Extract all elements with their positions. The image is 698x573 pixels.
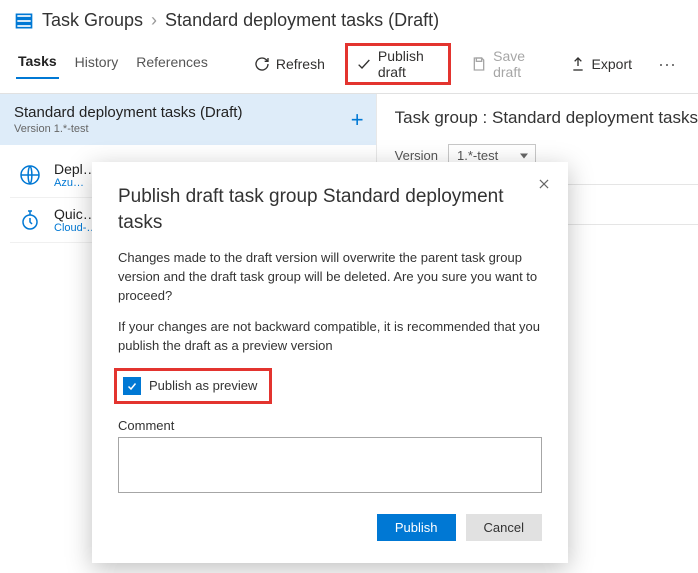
refresh-label: Refresh — [276, 56, 325, 72]
save-draft-label: Save draft — [493, 48, 543, 80]
export-button[interactable]: Export — [564, 52, 638, 76]
publish-draft-button[interactable]: Publish draft — [345, 43, 451, 85]
task-name: Depl… — [54, 161, 97, 177]
breadcrumb-current: Standard deployment tasks (Draft) — [165, 10, 439, 31]
publish-dialog: Publish draft task group Standard deploy… — [92, 162, 568, 563]
version-select-value: 1.*-test — [457, 148, 498, 163]
task-group-title: Standard deployment tasks (Draft) — [14, 104, 362, 121]
export-label: Export — [592, 56, 632, 72]
publish-button[interactable]: Publish — [377, 514, 456, 541]
dialog-title: Publish draft task group Standard deploy… — [118, 184, 518, 235]
dialog-body-1: Changes made to the draft version will o… — [118, 249, 542, 306]
refresh-button[interactable]: Refresh — [248, 52, 331, 76]
stopwatch-icon — [16, 206, 44, 234]
version-field-label: Version — [395, 148, 438, 163]
publish-draft-label: Publish draft — [378, 48, 440, 80]
cancel-button[interactable]: Cancel — [466, 514, 542, 541]
checkbox-checked-icon — [123, 377, 141, 395]
tab-references[interactable]: References — [134, 50, 210, 78]
add-task-button[interactable]: + — [351, 107, 364, 133]
dialog-close-button[interactable] — [534, 174, 554, 194]
right-panel-title: Task group : Standard deployment tasks — [395, 108, 698, 128]
tab-tasks[interactable]: Tasks — [16, 49, 59, 79]
task-group-version: Version 1.*-test — [14, 123, 362, 135]
task-group-header[interactable]: Standard deployment tasks (Draft) Versio… — [0, 94, 376, 145]
more-menu-button[interactable]: ··· — [652, 54, 682, 75]
comment-input[interactable] — [118, 437, 542, 493]
export-icon — [570, 56, 586, 72]
dialog-actions: Publish Cancel — [118, 514, 542, 541]
dialog-body-2: If your changes are not backward compati… — [118, 318, 542, 356]
comment-label: Comment — [118, 418, 542, 433]
task-subtitle: Azu… — [54, 177, 97, 189]
breadcrumb: Task Groups › Standard deployment tasks … — [0, 0, 698, 37]
task-name: Quic… — [54, 206, 97, 222]
check-icon — [356, 56, 372, 72]
breadcrumb-root[interactable]: Task Groups — [42, 10, 143, 31]
breadcrumb-sep-icon: › — [151, 10, 157, 31]
save-draft-button: Save draft — [465, 44, 549, 84]
refresh-icon — [254, 56, 270, 72]
save-icon — [471, 56, 487, 72]
task-subtitle: Cloud-… — [54, 222, 97, 234]
checkbox-label: Publish as preview — [149, 378, 257, 393]
tab-history[interactable]: History — [73, 50, 121, 78]
globe-icon — [16, 161, 44, 189]
task-group-icon — [14, 11, 34, 31]
toolbar: Tasks History References Refresh Publish… — [0, 37, 698, 94]
publish-as-preview-checkbox[interactable]: Publish as preview — [114, 368, 272, 404]
